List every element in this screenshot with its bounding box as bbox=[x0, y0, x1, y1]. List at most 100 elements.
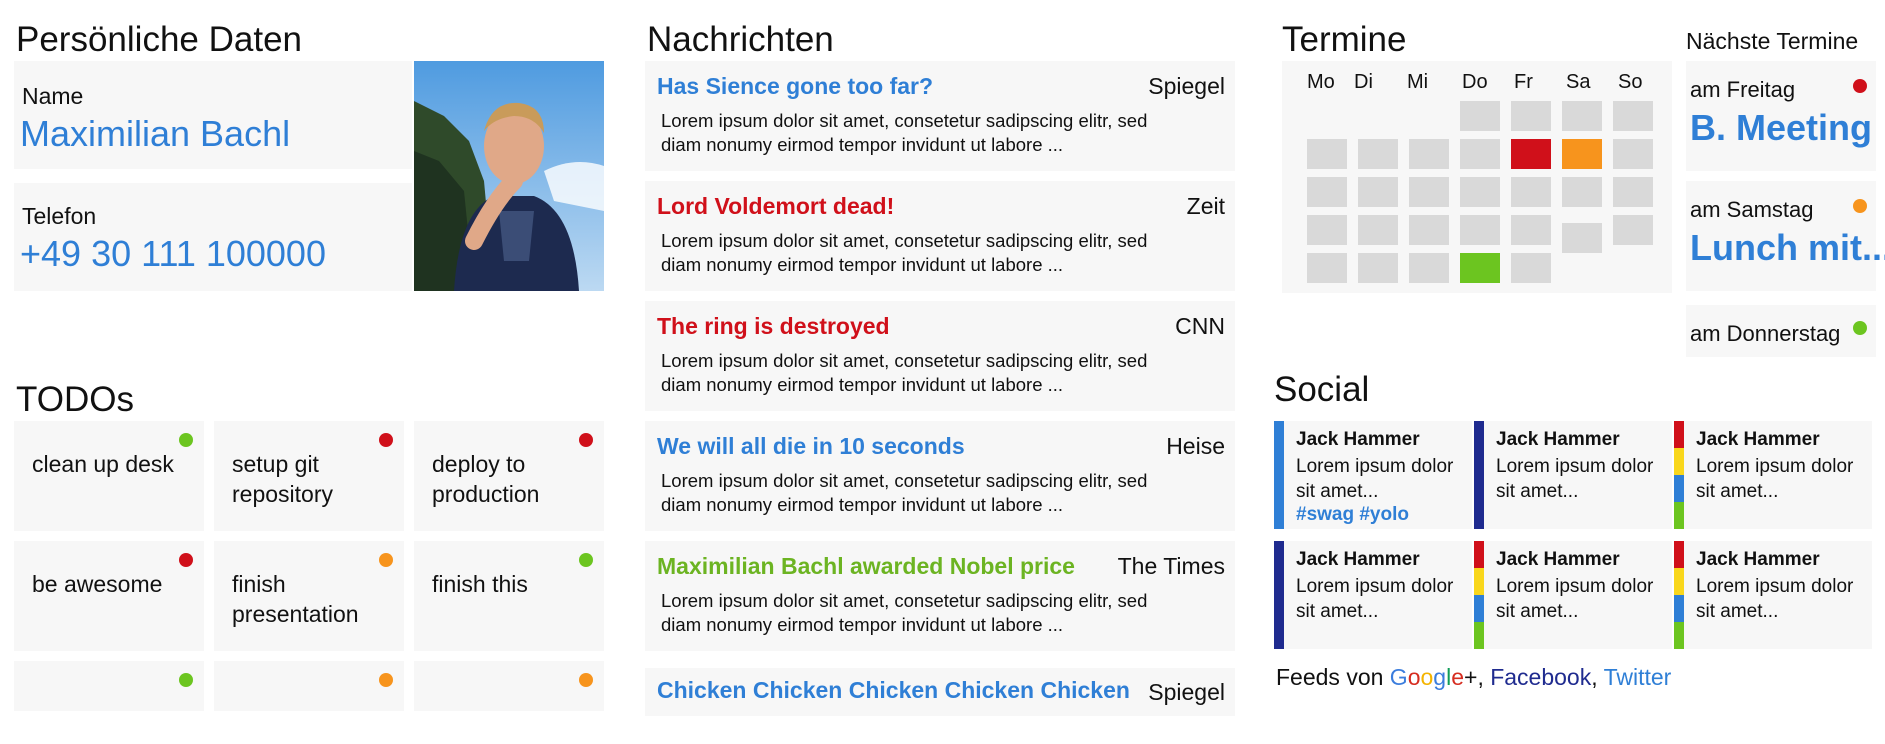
calendar-day-cell[interactable] bbox=[1358, 177, 1398, 207]
calendar-day-cell[interactable] bbox=[1307, 215, 1347, 245]
post-text: Lorem ipsum dolor sit amet... bbox=[1696, 576, 1854, 622]
news-headline[interactable]: Chicken Chicken Chicken Chicken Chicken bbox=[657, 677, 1130, 704]
news-headline[interactable]: Has Sience gone too far? bbox=[657, 73, 933, 100]
calendar-day-cell[interactable] bbox=[1358, 215, 1398, 245]
upcoming-event[interactable]: Lunch mit... bbox=[1690, 227, 1885, 269]
calendar-day-cell[interactable] bbox=[1562, 139, 1602, 169]
news-item[interactable]: Maximilian Bachl awarded Nobel price The… bbox=[645, 541, 1235, 651]
social-post[interactable]: Jack Hammer Lorem ipsum dolor sit amet..… bbox=[1474, 421, 1672, 529]
calendar-day-cell[interactable] bbox=[1460, 139, 1500, 169]
social-post[interactable]: Jack Hammer Lorem ipsum dolor sit amet..… bbox=[1674, 421, 1872, 529]
network-bar-twitter bbox=[1274, 421, 1284, 529]
calendar-day-cell[interactable] bbox=[1613, 177, 1653, 207]
todo-item[interactable]: clean up desk bbox=[14, 421, 204, 531]
calendar-day-cell[interactable] bbox=[1409, 139, 1449, 169]
news-item[interactable]: We will all die in 10 seconds Heise Lore… bbox=[645, 421, 1235, 531]
status-dot-red bbox=[1853, 79, 1867, 93]
calendar-day-cell[interactable] bbox=[1613, 139, 1653, 169]
calendar-day-cell[interactable] bbox=[1307, 139, 1347, 169]
news-item[interactable]: Lord Voldemort dead! Zeit Lorem ipsum do… bbox=[645, 181, 1235, 291]
calendar-day-cell[interactable] bbox=[1613, 215, 1653, 245]
news-headline[interactable]: Lord Voldemort dead! bbox=[657, 193, 894, 220]
calendar-day-cell[interactable] bbox=[1511, 101, 1551, 131]
upcoming-item[interactable]: am Donnerstag bbox=[1686, 305, 1876, 357]
todo-text: be awesome bbox=[32, 571, 163, 597]
social-post[interactable]: Jack Hammer Lorem ipsum dolor sit amet..… bbox=[1474, 541, 1672, 649]
news-item[interactable]: Chicken Chicken Chicken Chicken Chicken … bbox=[645, 668, 1235, 716]
phone-value[interactable]: +49 30 111 100000 bbox=[20, 233, 326, 275]
facebook-link[interactable]: Facebook bbox=[1490, 664, 1591, 690]
todo-text: finish presentation bbox=[232, 571, 359, 627]
todo-item[interactable] bbox=[414, 661, 604, 711]
day-label: Fr bbox=[1514, 71, 1533, 93]
google-plus-link[interactable]: Google+ bbox=[1390, 664, 1478, 690]
google-letter: + bbox=[1464, 664, 1478, 690]
news-headline[interactable]: We will all die in 10 seconds bbox=[657, 433, 965, 460]
post-tags[interactable]: #swag #yolo bbox=[1296, 504, 1409, 526]
calendar-day-cell[interactable] bbox=[1460, 101, 1500, 131]
feeds-line: Feeds von Google+, Facebook, Twitter bbox=[1276, 664, 1671, 691]
calendar-day-cell[interactable] bbox=[1562, 101, 1602, 131]
calendar-title: Termine bbox=[1282, 20, 1407, 59]
calendar-day-cell[interactable] bbox=[1562, 223, 1602, 253]
calendar-day-cell[interactable] bbox=[1409, 215, 1449, 245]
calendar-day-cell[interactable] bbox=[1562, 177, 1602, 207]
calendar-day-cell[interactable] bbox=[1358, 139, 1398, 169]
news-title: Nachrichten bbox=[647, 20, 834, 59]
profile-photo-image bbox=[414, 61, 604, 291]
todo-item[interactable]: be awesome bbox=[14, 541, 204, 651]
name-value[interactable]: Maximilian Bachl bbox=[20, 113, 290, 155]
news-item[interactable]: Has Sience gone too far? Spiegel Lorem i… bbox=[645, 61, 1235, 171]
day-label: So bbox=[1618, 71, 1643, 93]
news-body: Lorem ipsum dolor sit amet, consetetur s… bbox=[661, 350, 1148, 395]
calendar-day-cell[interactable] bbox=[1613, 101, 1653, 131]
calendar-day-cell[interactable] bbox=[1409, 177, 1449, 207]
todo-item[interactable]: setup git repository bbox=[214, 421, 404, 531]
post-text: Lorem ipsum dolor sit amet... bbox=[1496, 576, 1654, 622]
feeds-separator: , bbox=[1477, 664, 1491, 690]
calendar-day-cell[interactable] bbox=[1307, 177, 1347, 207]
upcoming-title: Nächste Termine bbox=[1686, 28, 1859, 54]
news-source: The Times bbox=[1117, 553, 1225, 579]
social-post[interactable]: Jack Hammer Lorem ipsum dolor sit amet..… bbox=[1274, 421, 1472, 529]
network-bar-google bbox=[1674, 421, 1684, 529]
todo-item[interactable]: deploy to production bbox=[414, 421, 604, 531]
calendar-day-cell[interactable] bbox=[1511, 215, 1551, 245]
post-author: Jack Hammer bbox=[1296, 429, 1420, 450]
personal-title: Persönliche Daten bbox=[16, 20, 302, 59]
calendar-day-cell[interactable] bbox=[1358, 253, 1398, 283]
todo-item[interactable]: finish this bbox=[414, 541, 604, 651]
twitter-link[interactable]: Twitter bbox=[1604, 664, 1672, 690]
calendar-day-cell[interactable] bbox=[1460, 215, 1500, 245]
todo-item[interactable]: finish presentation bbox=[214, 541, 404, 651]
google-letter: o bbox=[1420, 664, 1434, 690]
calendar-day-cell[interactable] bbox=[1511, 177, 1551, 207]
post-author: Jack Hammer bbox=[1496, 429, 1620, 450]
todo-text: clean up desk bbox=[32, 451, 174, 477]
name-label: Name bbox=[22, 83, 84, 109]
status-dot-orange bbox=[379, 553, 393, 567]
calendar-day-cell[interactable] bbox=[1460, 253, 1500, 283]
name-card: Name Maximilian Bachl bbox=[14, 61, 412, 169]
upcoming-event[interactable]: B. Meeting bbox=[1690, 107, 1872, 149]
news-item[interactable]: The ring is destroyed CNN Lorem ipsum do… bbox=[645, 301, 1235, 411]
news-body: Lorem ipsum dolor sit amet, consetetur s… bbox=[661, 590, 1148, 635]
social-post[interactable]: Jack Hammer Lorem ipsum dolor sit amet..… bbox=[1274, 541, 1472, 649]
social-post[interactable]: Jack Hammer Lorem ipsum dolor sit amet..… bbox=[1674, 541, 1872, 649]
upcoming-item[interactable]: am Freitag B. Meeting bbox=[1686, 61, 1876, 171]
todo-item[interactable] bbox=[214, 661, 404, 711]
day-label: Di bbox=[1354, 71, 1373, 93]
calendar-day-cell[interactable] bbox=[1511, 139, 1551, 169]
news-headline[interactable]: The ring is destroyed bbox=[657, 313, 890, 340]
upcoming-item[interactable]: am Samstag Lunch mit... bbox=[1686, 181, 1885, 291]
post-author: Jack Hammer bbox=[1696, 429, 1820, 450]
calendar-day-cell[interactable] bbox=[1511, 253, 1551, 283]
news-source: Zeit bbox=[1186, 193, 1225, 219]
calendar-day-cell[interactable] bbox=[1409, 253, 1449, 283]
todo-item[interactable] bbox=[14, 661, 204, 711]
feeds-separator: , bbox=[1591, 664, 1604, 690]
calendar-day-cell[interactable] bbox=[1460, 177, 1500, 207]
news-source: Spiegel bbox=[1148, 679, 1225, 705]
news-headline[interactable]: Maximilian Bachl awarded Nobel price bbox=[657, 553, 1075, 580]
calendar-day-cell[interactable] bbox=[1307, 253, 1347, 283]
